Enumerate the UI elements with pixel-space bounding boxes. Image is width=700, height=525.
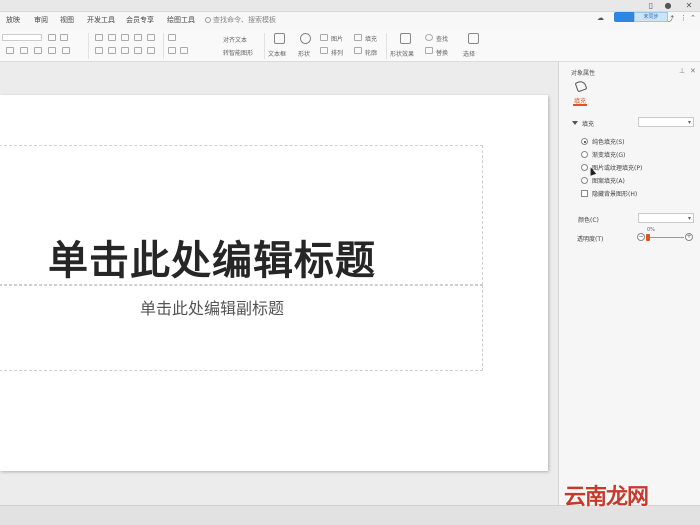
transparency-thumb[interactable]: [646, 234, 650, 241]
font-size-select[interactable]: [2, 34, 42, 41]
shape-icon[interactable]: [300, 33, 311, 44]
fill-bucket-icon[interactable]: [354, 34, 362, 41]
outdent-icon[interactable]: [134, 34, 142, 41]
align-text-button[interactable]: 对齐文本: [223, 35, 247, 44]
select-button[interactable]: 选择: [463, 49, 475, 58]
tab-member[interactable]: 会员专享: [126, 15, 154, 25]
shape-effect-button[interactable]: 形状效果: [390, 49, 414, 58]
fill-button[interactable]: 填充: [365, 34, 377, 43]
fill-section-header[interactable]: 填充: [572, 119, 594, 128]
more-icon[interactable]: ⋮: [680, 14, 687, 22]
select-icon[interactable]: [468, 33, 479, 44]
replace-icon[interactable]: [425, 47, 433, 54]
radio-icon: [581, 177, 588, 184]
ribbon: 对齐文本 转智能图形 文本框 形状 图片 排列 填充 轮廓 形状效果 查找 替换…: [0, 30, 700, 62]
arrange-icon[interactable]: [320, 47, 328, 54]
transparency-label: 透明度(T): [577, 236, 604, 243]
text-box-icon[interactable]: [274, 33, 285, 44]
underline-icon[interactable]: [6, 47, 14, 54]
align-center-icon[interactable]: [108, 47, 116, 54]
command-search[interactable]: 查找命令、搜索模板: [205, 15, 276, 25]
restore-icon[interactable]: ▯: [646, 1, 656, 11]
highlight-icon[interactable]: [62, 47, 70, 54]
transparency-minus-button[interactable]: −: [637, 233, 645, 241]
transparency-value: 0%: [647, 227, 655, 233]
tab-fill-underline: [573, 104, 587, 106]
menu-bar: 放映 审阅 视图 开发工具 会员专享 绘图工具 查找命令、搜索模板 ☁ ⤴ ⋮ …: [0, 12, 700, 30]
column-icon[interactable]: [168, 47, 176, 54]
close-icon[interactable]: ✕: [684, 1, 694, 11]
text-box-button[interactable]: 文本框: [268, 49, 286, 58]
justify-icon[interactable]: [134, 47, 142, 54]
line-spacing-icon[interactable]: [147, 34, 155, 41]
pin-icon[interactable]: ⊥: [679, 67, 685, 75]
pattern-fill-radio[interactable]: 图案填充(A): [581, 176, 625, 186]
solid-fill-radio[interactable]: 纯色填充(S): [581, 137, 625, 147]
pattern-fill-label: 图案填充(A): [592, 178, 625, 185]
color-select[interactable]: ▾: [638, 213, 694, 223]
hide-background-checkbox[interactable]: 隐藏背景图形(H): [581, 189, 637, 199]
solid-fill-label: 纯色填充(S): [592, 139, 625, 146]
tab-slideshow[interactable]: 放映: [6, 15, 20, 25]
tab-drawing-tools[interactable]: 绘图工具: [167, 15, 195, 25]
fill-bucket-icon[interactable]: [574, 79, 588, 93]
gradient-fill-radio[interactable]: 渐变填充(G): [581, 150, 625, 160]
shrink-font-icon[interactable]: [60, 34, 68, 41]
cloud-icon[interactable]: ☁: [597, 14, 604, 22]
replace-button[interactable]: 替换: [436, 48, 448, 57]
collapse-icon[interactable]: ⌃: [690, 14, 696, 22]
radio-icon: [581, 151, 588, 158]
checkbox-icon: [581, 190, 588, 197]
gradient-fill-label: 渐变填充(G): [592, 152, 626, 159]
picture-icon[interactable]: [320, 34, 328, 41]
chevron-down-icon: ▾: [687, 119, 691, 126]
picture-fill-label: 图片或纹理填充(P): [592, 165, 643, 172]
shape-effect-icon[interactable]: [400, 33, 411, 44]
transparency-plus-button[interactable]: +: [685, 233, 693, 241]
indent-icon[interactable]: [121, 34, 129, 41]
strikethrough-icon[interactable]: [20, 47, 28, 54]
fill-preset-select[interactable]: ▾: [638, 117, 694, 127]
distribute-icon[interactable]: [147, 47, 155, 54]
pane-close-icon[interactable]: ✕: [690, 67, 696, 75]
outline-button[interactable]: 轮廓: [365, 48, 377, 57]
smart-art-convert-button[interactable]: 转智能图形: [223, 48, 253, 57]
shadow-icon[interactable]: [34, 47, 42, 54]
search-placeholder: 查找命令、搜索模板: [213, 16, 276, 24]
tab-review[interactable]: 审阅: [34, 15, 48, 25]
find-button[interactable]: 查找: [436, 34, 448, 43]
hide-background-label: 隐藏背景图形(H): [592, 191, 638, 198]
find-icon[interactable]: [425, 34, 433, 41]
color-label: 颜色(C): [578, 217, 599, 224]
transparency-track[interactable]: [648, 237, 684, 238]
chevron-down-icon: ▾: [687, 215, 691, 222]
align-right-icon[interactable]: [121, 47, 129, 54]
slide-title[interactable]: 单击此处编辑标题: [0, 228, 424, 286]
search-icon: [205, 17, 211, 23]
object-properties-pane: 对象属性 ⊥ ✕ 填充 填充 ▾ 纯色填充(S) 渐变填充(G) 图片或纹理填充…: [558, 62, 700, 505]
paragraph-icon[interactable]: [180, 47, 188, 54]
outline-icon[interactable]: [354, 47, 362, 54]
avatar[interactable]: ●: [663, 1, 673, 11]
watermark-logo: 云南龙网: [564, 485, 649, 510]
collapse-triangle-icon: [572, 121, 578, 125]
pane-title: 对象属性: [571, 70, 596, 77]
tab-developer[interactable]: 开发工具: [87, 15, 115, 25]
numbering-icon[interactable]: [108, 34, 116, 41]
cloud-tooltip: 未同步: [634, 12, 668, 22]
picture-button[interactable]: 图片: [331, 34, 343, 43]
fill-section-label: 填充: [582, 121, 595, 128]
share-icon[interactable]: ⤴: [667, 14, 674, 24]
slide-subtitle[interactable]: 单击此处编辑副标题: [0, 295, 424, 319]
shape-button[interactable]: 形状: [298, 49, 310, 58]
bullets-icon[interactable]: [95, 34, 103, 41]
grow-font-icon[interactable]: [48, 34, 56, 41]
window-top-strip: ▯ ● ✕: [0, 0, 700, 12]
font-color-icon[interactable]: [48, 47, 56, 54]
text-direction-icon[interactable]: [168, 34, 176, 41]
radio-icon: [581, 138, 588, 145]
arrange-button[interactable]: 排列: [331, 48, 343, 57]
tab-view[interactable]: 视图: [60, 15, 74, 25]
align-left-icon[interactable]: [95, 47, 103, 54]
